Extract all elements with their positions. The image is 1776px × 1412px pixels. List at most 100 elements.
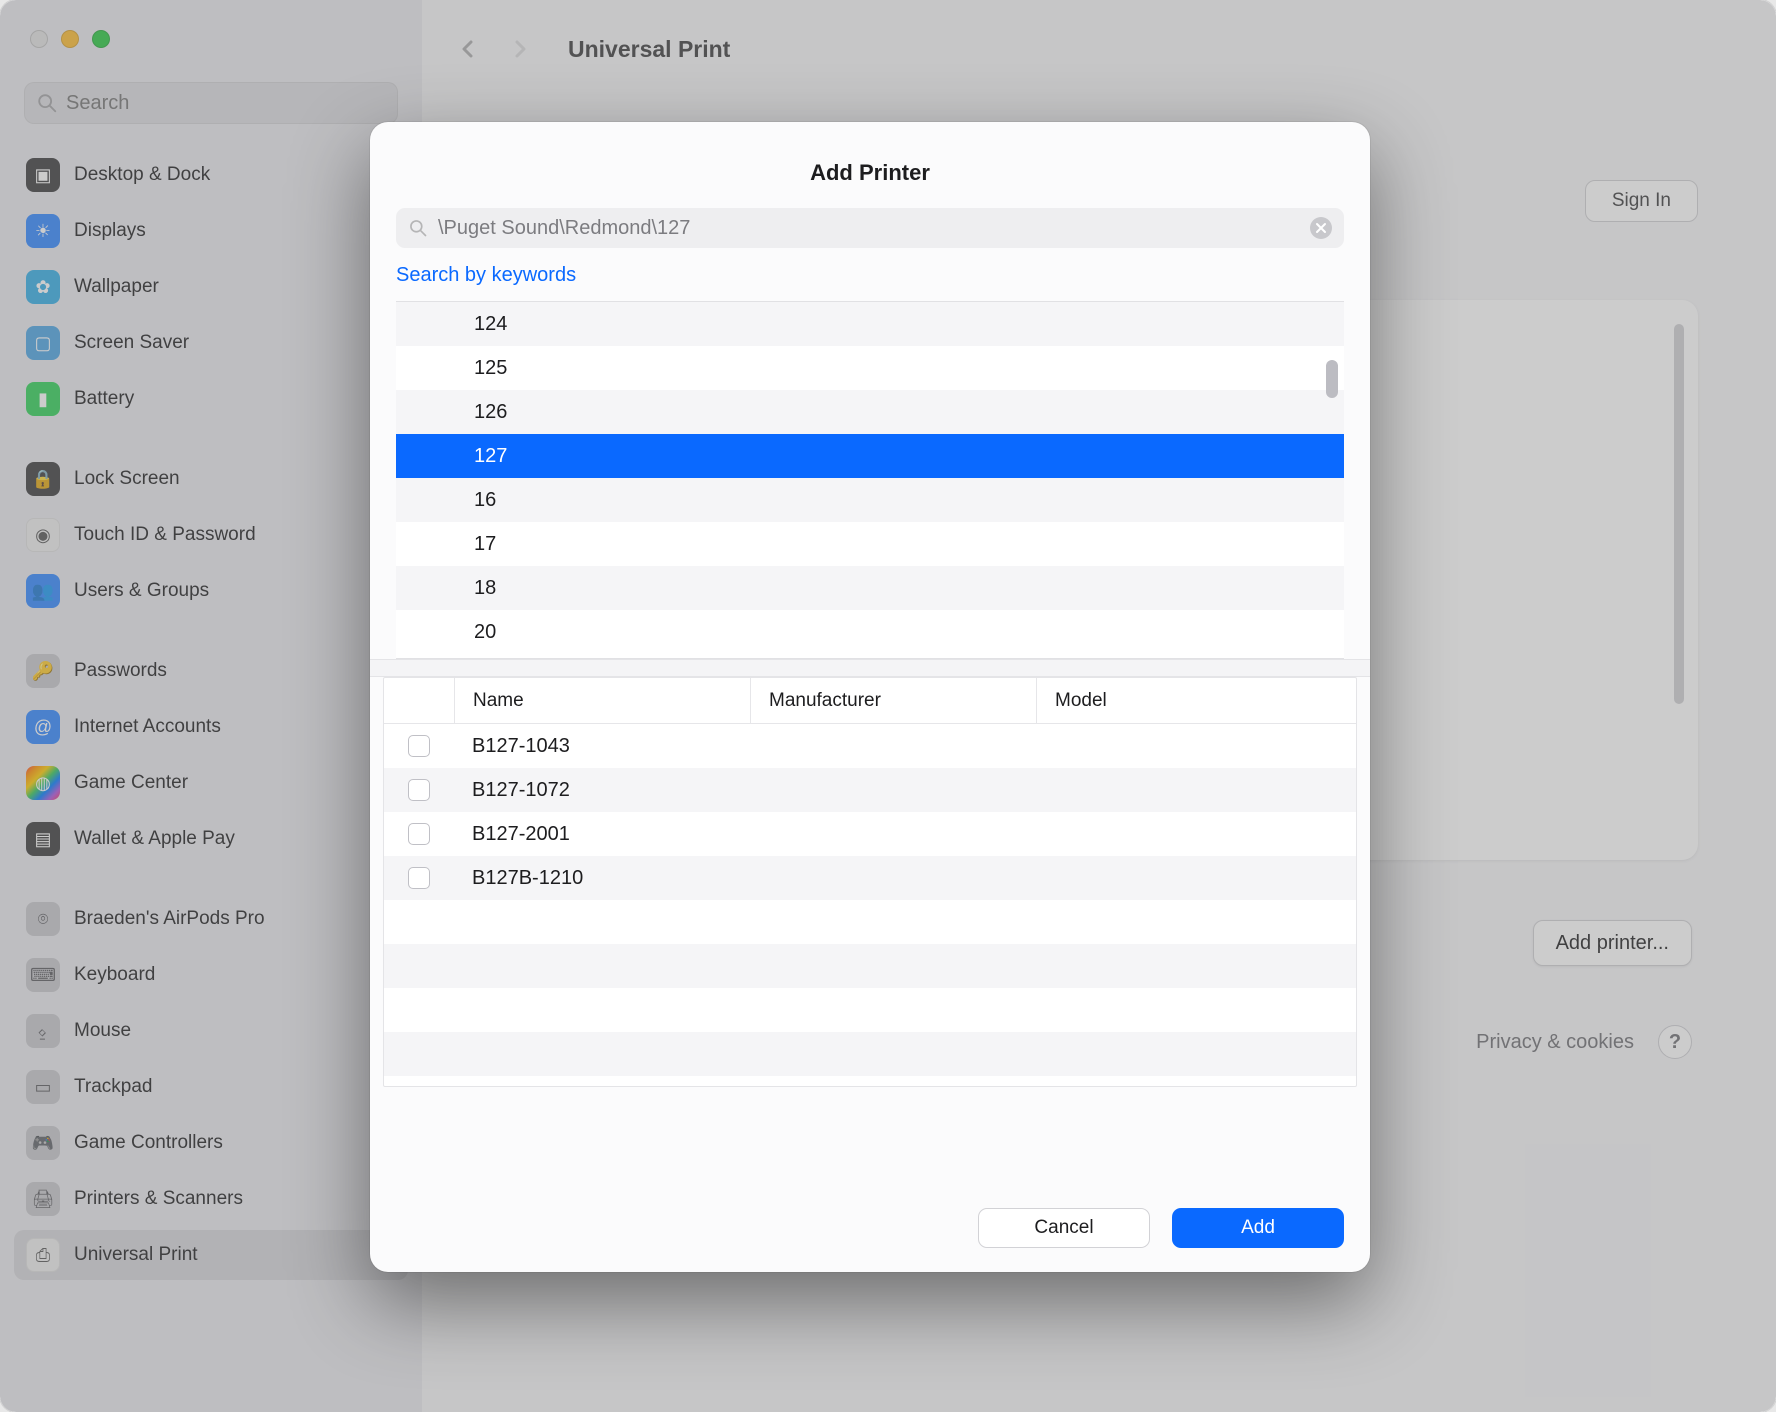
sidebar-item-trackpad[interactable]: ▭ Trackpad (14, 1062, 408, 1112)
table-header: Name Manufacturer Model (384, 678, 1356, 724)
folder-list-scrollbar[interactable] (1326, 360, 1338, 398)
privacy-cookies-link[interactable]: Privacy & cookies (1476, 1031, 1634, 1054)
window-minimize-button[interactable] (61, 30, 79, 48)
folder-row[interactable]: 18 (396, 566, 1344, 610)
sidebar-item-universal-print[interactable]: ⎙ Universal Print (14, 1230, 408, 1280)
sidebar-item-passwords[interactable]: 🔑 Passwords (14, 646, 408, 696)
printer-manufacturer (750, 724, 1036, 768)
sidebar-item-keyboard[interactable]: ⌨ Keyboard (14, 950, 408, 1000)
row-checkbox[interactable] (408, 867, 430, 889)
dialog-footer: Cancel Add (370, 1184, 1370, 1272)
printer-model (1036, 812, 1356, 856)
help-button[interactable]: ? (1658, 1025, 1692, 1059)
sidebar-item-internet-accounts[interactable]: @ Internet Accounts (14, 702, 408, 752)
folder-row[interactable]: 17 (396, 522, 1344, 566)
chevron-right-icon (508, 37, 532, 61)
sidebar-item-wallpaper[interactable]: ✿ Wallpaper (14, 262, 408, 312)
column-header-model[interactable]: Model (1036, 678, 1356, 723)
sidebar-item-mouse[interactable]: ⍚ Mouse (14, 1006, 408, 1056)
keyboard-icon: ⌨ (26, 958, 60, 992)
sidebar-item-wallet[interactable]: ▤ Wallet & Apple Pay (14, 814, 408, 864)
printer-manufacturer (750, 812, 1036, 856)
sidebar-item-label: Touch ID & Password (74, 524, 256, 546)
sidebar-item-label: Printers & Scanners (74, 1188, 243, 1210)
row-checkbox[interactable] (408, 823, 430, 845)
forward-button[interactable] (508, 37, 532, 61)
window-maximize-button[interactable] (92, 30, 110, 48)
sidebar-item-lock-screen[interactable]: 🔒 Lock Screen (14, 454, 408, 504)
internet-accounts-icon: @ (26, 710, 60, 744)
sidebar-item-displays[interactable]: ☀ Displays (14, 206, 408, 256)
table-row (384, 900, 1356, 944)
card-scrollbar[interactable] (1674, 324, 1684, 704)
printer-name: B127B-1210 (454, 856, 750, 900)
sidebar-item-screen-saver[interactable]: ▢ Screen Saver (14, 318, 408, 368)
search-icon (408, 218, 428, 238)
search-by-keywords-link[interactable]: Search by keywords (396, 264, 1370, 287)
sidebar-search[interactable] (24, 82, 398, 124)
battery-icon: ▮ (26, 382, 60, 416)
sidebar-item-label: Passwords (74, 660, 167, 682)
add-button[interactable]: Add (1172, 1208, 1344, 1248)
sidebar-item-airpods[interactable]: ⌾ Braeden's AirPods Pro (14, 894, 408, 944)
table-row[interactable]: B127B-1210 (384, 856, 1356, 900)
table-row[interactable]: B127-2001 (384, 812, 1356, 856)
printer-manufacturer (750, 768, 1036, 812)
sidebar-item-game-center[interactable]: ◍ Game Center (14, 758, 408, 808)
sidebar-search-input[interactable] (66, 92, 386, 115)
dialog-search[interactable] (396, 208, 1344, 248)
printers-scanners-icon: 🖨 (26, 1182, 60, 1216)
folder-row[interactable]: 16 (396, 478, 1344, 522)
table-row[interactable]: B127-1072 (384, 768, 1356, 812)
airpods-icon: ⌾ (26, 902, 60, 936)
column-header-manufacturer[interactable]: Manufacturer (750, 678, 1036, 723)
sidebar-item-battery[interactable]: ▮ Battery (14, 374, 408, 424)
sidebar-item-desktop-dock[interactable]: ▣ Desktop & Dock (14, 150, 408, 200)
game-center-icon: ◍ (26, 766, 60, 800)
search-icon (36, 92, 58, 114)
window-close-button[interactable] (30, 30, 48, 48)
folder-list[interactable]: 124 125 126 127 16 17 18 20 (396, 301, 1344, 659)
sidebar: ▣ Desktop & Dock ☀ Displays ✿ Wallpaper … (0, 0, 422, 1412)
folder-row[interactable]: 126 (396, 390, 1344, 434)
wallpaper-icon: ✿ (26, 270, 60, 304)
sidebar-item-label: Internet Accounts (74, 716, 221, 738)
sidebar-item-touch-id[interactable]: ◉ Touch ID & Password (14, 510, 408, 560)
printer-model (1036, 768, 1356, 812)
folder-row[interactable]: 125 (396, 346, 1344, 390)
cancel-button[interactable]: Cancel (978, 1208, 1150, 1248)
printer-name: B127-2001 (454, 812, 750, 856)
sign-in-button[interactable]: Sign In (1585, 180, 1698, 222)
folder-row[interactable]: 124 (396, 302, 1344, 346)
sidebar-item-label: Battery (74, 388, 134, 410)
screen-saver-icon: ▢ (26, 326, 60, 360)
chevron-left-icon (456, 37, 480, 61)
trackpad-icon: ▭ (26, 1070, 60, 1104)
back-button[interactable] (456, 37, 480, 61)
mouse-icon: ⍚ (26, 1014, 60, 1048)
sidebar-item-printers-scanners[interactable]: 🖨 Printers & Scanners (14, 1174, 408, 1224)
folder-row-selected[interactable]: 127 (396, 434, 1344, 478)
table-row (384, 1032, 1356, 1076)
row-checkbox[interactable] (408, 735, 430, 757)
sidebar-item-users-groups[interactable]: 👥 Users & Groups (14, 566, 408, 616)
sidebar-item-game-controllers[interactable]: 🎮 Game Controllers (14, 1118, 408, 1168)
sidebar-item-label: Users & Groups (74, 580, 209, 602)
sidebar-item-label: Braeden's AirPods Pro (74, 908, 265, 930)
passwords-icon: 🔑 (26, 654, 60, 688)
table-row (384, 988, 1356, 1032)
column-header-name[interactable]: Name (454, 678, 750, 723)
dialog-search-input[interactable] (438, 217, 1310, 240)
clear-search-button[interactable] (1310, 217, 1332, 239)
game-controllers-icon: 🎮 (26, 1126, 60, 1160)
printer-model (1036, 856, 1356, 900)
table-row[interactable]: B127-1043 (384, 724, 1356, 768)
lock-screen-icon: 🔒 (26, 462, 60, 496)
row-checkbox[interactable] (408, 779, 430, 801)
add-printer-button[interactable]: Add printer... (1533, 920, 1692, 966)
printer-name: B127-1072 (454, 768, 750, 812)
universal-print-icon: ⎙ (26, 1238, 60, 1272)
folder-row[interactable]: 20 (396, 610, 1344, 654)
dialog-title: Add Printer (370, 160, 1370, 186)
sidebar-item-label: Lock Screen (74, 468, 180, 490)
